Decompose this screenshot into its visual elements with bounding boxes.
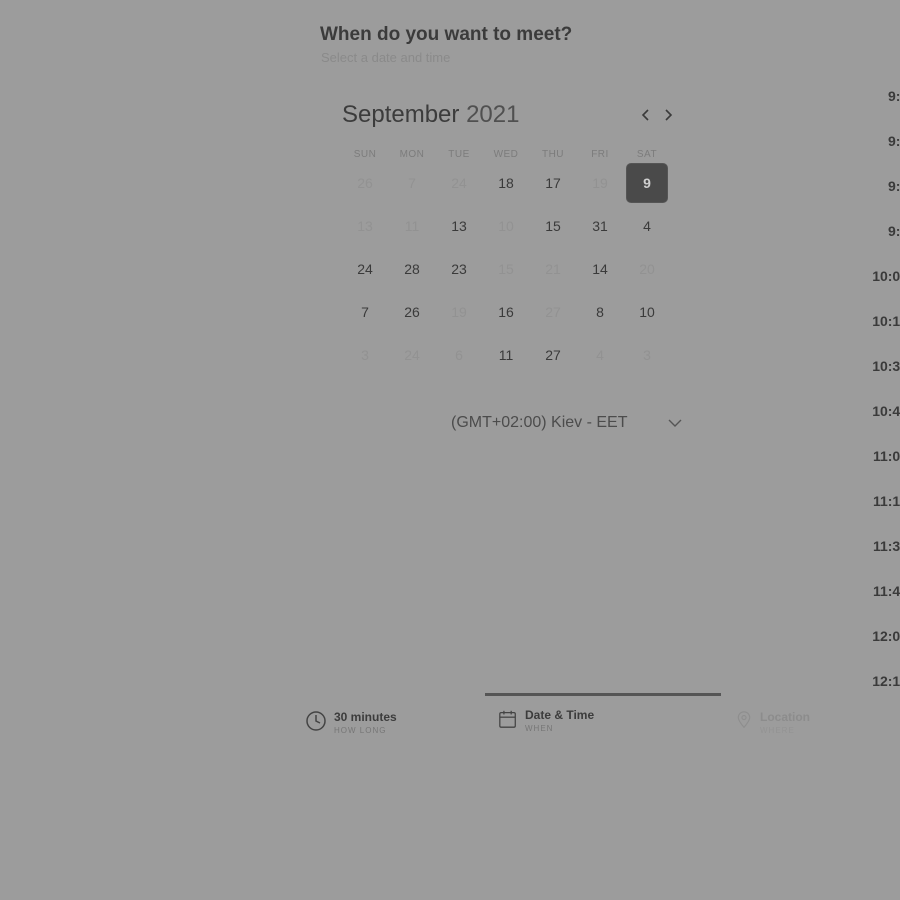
calendar-day[interactable]: 16: [486, 293, 526, 331]
calendar-day: 15: [498, 261, 514, 277]
time-slot[interactable]: 10:30: [868, 358, 900, 374]
location-icon: [737, 711, 751, 729]
time-slot-list: 9:00 9:15 9:30 9:45 10:00 10:15 10:30 10:45 11:0…: [0, 0, 900, 900]
calendar-day: 24: [451, 175, 467, 191]
step-location-subtitle: WHERE: [760, 726, 795, 735]
calendar-day[interactable]: 14: [580, 250, 620, 288]
step-date-time-subtitle: WHEN: [525, 724, 554, 733]
page-title: When do you want to meet?: [320, 24, 573, 45]
time-slot[interactable]: 9:00: [876, 88, 900, 104]
chevron-right-icon: [665, 109, 673, 121]
prev-month-button[interactable]: [636, 105, 656, 125]
timezone-select[interactable]: (GMT+02:00) Kiev - EET: [451, 412, 691, 434]
calendar-day: 7: [408, 175, 416, 191]
weekday-sat: SAT: [636, 149, 658, 160]
calendar-day[interactable]: 4: [627, 207, 667, 245]
time-slot[interactable]: 12:15: [868, 673, 900, 689]
weekday-mon: MON: [399, 149, 425, 160]
calendar-day[interactable]: 27: [533, 336, 573, 374]
calendar-day[interactable]: 23: [439, 250, 479, 288]
calendar-day-selected[interactable]: 9: [627, 164, 667, 202]
time-slot[interactable]: 11:45: [868, 583, 900, 599]
weekday-fri: FRI: [591, 149, 609, 160]
calendar-day: 24: [404, 347, 420, 363]
chevron-left-icon: [641, 109, 649, 121]
clock-icon: [306, 711, 326, 731]
calendar-day[interactable]: 18: [486, 164, 526, 202]
calendar-day: 4: [596, 347, 604, 363]
time-slot[interactable]: 9:30: [876, 178, 900, 194]
calendar-day[interactable]: 17: [533, 164, 573, 202]
step-duration-title: 30 minutes: [334, 710, 397, 724]
chevron-down-icon: [668, 419, 682, 427]
calendar-day[interactable]: 11: [486, 336, 526, 374]
calendar-day[interactable]: 8: [580, 293, 620, 331]
calendar-day: 19: [592, 175, 608, 191]
time-slot[interactable]: 11:00: [868, 448, 900, 464]
step-location-title: Location: [760, 710, 810, 724]
year-label: 2021: [466, 101, 520, 128]
calendar-day[interactable]: 26: [392, 293, 432, 331]
calendar-day[interactable]: 10: [627, 293, 667, 331]
calendar-day: 11: [404, 218, 420, 234]
time-slot[interactable]: 10:15: [868, 313, 900, 329]
time-slot[interactable]: 9:45: [876, 223, 900, 239]
month-year-header: September 2021: [342, 101, 519, 129]
step-date-time-title: Date & Time: [525, 708, 595, 722]
calendar-day: 6: [455, 347, 463, 363]
calendar-day[interactable]: 7: [345, 293, 385, 331]
calendar-day: 10: [498, 218, 514, 234]
step-duration[interactable]: 30 minutes HOW LONG: [305, 710, 397, 737]
next-month-button[interactable]: [658, 105, 678, 125]
calendar-day: 3: [643, 347, 651, 363]
time-slot[interactable]: 11:30: [868, 538, 900, 554]
active-step-indicator: [485, 693, 721, 696]
time-slot[interactable]: 11:15: [868, 493, 900, 509]
calendar-day: 20: [639, 261, 655, 277]
page-subtitle: Select a date and time: [321, 50, 451, 65]
calendar-icon: [499, 710, 516, 728]
step-duration-subtitle: HOW LONG: [334, 726, 387, 735]
calendar-day: 19: [451, 304, 467, 320]
timezone-label: (GMT+02:00) Kiev - EET: [451, 414, 628, 431]
calendar-day: 21: [545, 261, 561, 277]
calendar-day: 13: [357, 218, 373, 234]
time-slot[interactable]: 12:00: [868, 628, 900, 644]
month-label: September: [342, 101, 460, 128]
weekday-sun: SUN: [353, 149, 377, 160]
calendar-day[interactable]: 28: [392, 250, 432, 288]
calendar-day[interactable]: 13: [439, 207, 479, 245]
calendar-day: 27: [545, 304, 561, 320]
weekday-thu: THU: [541, 149, 565, 160]
step-date-time[interactable]: Date & Time WHEN: [498, 708, 594, 735]
calendar-day[interactable]: 24: [345, 250, 385, 288]
weekday-tue: TUE: [448, 149, 470, 160]
calendar-day: 26: [357, 175, 373, 191]
time-slot[interactable]: 10:00: [868, 268, 900, 284]
weekday-wed: WED: [493, 149, 519, 160]
time-slot[interactable]: 10:45: [868, 403, 900, 419]
calendar-day[interactable]: 31: [580, 207, 620, 245]
calendar-day[interactable]: 15: [533, 207, 573, 245]
calendar-day: 3: [361, 347, 369, 363]
time-slot[interactable]: 9:15: [876, 133, 900, 149]
step-location[interactable]: Location WHERE: [735, 710, 810, 737]
